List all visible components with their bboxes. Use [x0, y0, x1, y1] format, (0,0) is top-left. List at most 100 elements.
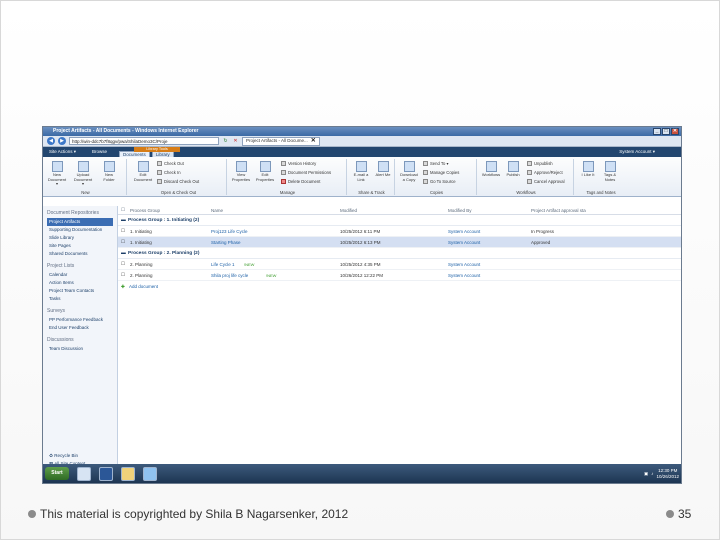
row-checkbox[interactable]: ☐	[121, 228, 125, 234]
upload-document-button[interactable]: Upload Document ▾	[73, 161, 93, 187]
stop-icon[interactable]: ✕	[232, 138, 239, 145]
table-row[interactable]: ☐ 1. Initiating Starting Phase 10/25/201…	[118, 237, 681, 248]
sidebar-item-team-discussion[interactable]: Team Discussion	[47, 345, 113, 353]
sidebar-item-slide-library[interactable]: Slide Library	[47, 234, 113, 242]
table-row[interactable]: ☐ 1. Initiating Proj123 Life Cycle 10/25…	[118, 226, 681, 237]
cell-status: In Progress	[531, 229, 555, 234]
volume-icon[interactable]: ♪	[651, 471, 653, 476]
maximize-button[interactable]: □	[662, 128, 670, 135]
column-modified-by[interactable]: Modified By	[448, 208, 472, 213]
address-bar: ◀ ▶ http://win-ddc7b7f8qgv/pwa/ShilaDemo…	[43, 136, 681, 147]
back-icon[interactable]: ◀	[47, 137, 55, 145]
group-header-initiating[interactable]: ▬ Process Group : 1. Initiating (2)	[118, 215, 681, 226]
internet-explorer-icon[interactable]	[143, 466, 157, 481]
cell-name[interactable]: Proj123 Life Cycle	[211, 229, 248, 234]
cell-modified-by[interactable]: System Account	[448, 229, 480, 234]
site-actions-menu[interactable]: Site Actions ▾	[49, 147, 84, 157]
lists-heading[interactable]: Project Lists	[47, 263, 113, 269]
sidebar-item-site-pages[interactable]: Site Pages	[47, 242, 113, 250]
surveys-heading[interactable]: Surveys	[47, 308, 113, 314]
document-permissions-button[interactable]: Document Permissions	[281, 170, 331, 175]
cell-name[interactable]: Starting Phase	[211, 240, 241, 245]
close-button[interactable]: ✕	[671, 128, 679, 135]
column-modified[interactable]: Modified	[340, 208, 357, 213]
explorer-icon[interactable]	[121, 466, 135, 481]
start-button[interactable]: Start	[45, 467, 69, 480]
workflows-button[interactable]: Workflows	[481, 161, 501, 178]
email-link-button[interactable]: E-mail a Link	[351, 161, 371, 182]
cell-modified: 10/25/2012 6:11 PM	[340, 229, 381, 234]
sidebar-item-end-user-feedback[interactable]: End User Feedback	[47, 324, 113, 332]
version-history-button[interactable]: Version History	[281, 161, 316, 166]
server-manager-icon[interactable]	[77, 466, 91, 481]
delete-document-button[interactable]: Delete Document	[281, 179, 320, 184]
row-checkbox[interactable]: ☐	[121, 239, 125, 245]
discussions-heading[interactable]: Discussions	[47, 337, 113, 343]
edit-document-button[interactable]: Edit Document	[133, 161, 153, 182]
add-document-label: Add document	[129, 284, 159, 289]
cell-modified-by[interactable]: System Account	[448, 240, 480, 245]
cell-name[interactable]: Shila proj life cycle	[211, 273, 248, 278]
cancel-approval-button[interactable]: Cancel Approval	[527, 179, 565, 184]
recycle-bin-link[interactable]: ♻ Recycle Bin	[47, 452, 87, 460]
minimize-button[interactable]: _	[653, 128, 661, 135]
unpublish-button[interactable]: Unpublish	[527, 161, 553, 166]
edit-properties-button[interactable]: Edit Properties	[255, 161, 275, 182]
user-menu[interactable]: System Account ▾	[619, 149, 655, 155]
i-like-it-button[interactable]: I Like It	[578, 161, 598, 178]
cell-modified-by[interactable]: System Account	[448, 262, 480, 267]
row-checkbox[interactable]: ☐	[121, 261, 125, 267]
browser-tab[interactable]: Project Artifacts - All Docume... ✕	[242, 136, 320, 146]
download-copy-button[interactable]: Download a Copy	[399, 161, 419, 182]
new-document-button[interactable]: New Document ▾	[47, 161, 67, 187]
cell-name[interactable]: Life Cycle 1	[211, 262, 235, 267]
column-process-group[interactable]: Process Group	[130, 208, 160, 213]
row-checkbox[interactable]: ☐	[121, 272, 125, 278]
close-tab-icon[interactable]: ✕	[311, 137, 316, 145]
check-out-button[interactable]: Check Out	[157, 161, 184, 166]
send-to-button[interactable]: Send To ▾	[423, 161, 449, 166]
sidebar-item-supporting-docs[interactable]: Supporting Documentation	[47, 226, 113, 234]
discard-check-out-button[interactable]: Discard Check Out	[157, 179, 199, 184]
add-document-link[interactable]: ✚ Add document	[118, 281, 681, 292]
sidebar-item-team-contacts[interactable]: Project Team Contacts	[47, 287, 113, 295]
refresh-icon[interactable]: ↻	[222, 138, 229, 145]
check-in-button[interactable]: Check In	[157, 170, 181, 175]
sidebar-item-shared-docs[interactable]: Shared Documents	[47, 250, 113, 258]
view-properties-button[interactable]: View Properties	[231, 161, 251, 182]
column-name[interactable]: Name	[211, 208, 223, 213]
sidebar-item-project-artifacts[interactable]: Project Artifacts	[47, 218, 113, 226]
group-header-planning[interactable]: ▬ Process Group : 2. Planning (2)	[118, 248, 681, 259]
edit-document-icon	[137, 161, 149, 172]
table-row[interactable]: ☐ 2. Planning Shila proj life cycle !NEW…	[118, 270, 681, 281]
group-label: Process Group : 1. Initiating (2)	[128, 218, 200, 223]
clock[interactable]: 12:30 PM 10/26/2012	[656, 468, 679, 480]
email-icon	[355, 161, 367, 172]
browse-tab[interactable]: Browse	[87, 147, 112, 157]
alert-me-button[interactable]: Alert Me	[373, 161, 393, 178]
cell-modified-by[interactable]: System Account	[448, 273, 480, 278]
tags-notes-button[interactable]: Tags & Notes	[600, 161, 620, 182]
new-badge: !NEW	[244, 262, 255, 267]
url-input[interactable]: http://win-ddc7b7f8qgv/pwa/ShilaDemo3C/P…	[69, 137, 219, 145]
forward-icon[interactable]: ▶	[58, 137, 66, 145]
collapse-icon[interactable]: ▬	[121, 218, 126, 223]
sidebar-item-calendar[interactable]: Calendar	[47, 271, 113, 279]
select-all-checkbox[interactable]: ☐	[121, 207, 125, 213]
publish-button[interactable]: Publish	[503, 161, 523, 178]
network-icon[interactable]: ▣	[644, 471, 648, 477]
go-to-source-button[interactable]: Go To Source	[423, 179, 456, 184]
powershell-icon[interactable]	[99, 466, 113, 481]
window-title-bar: Project Artifacts - All Documents - Wind…	[43, 127, 681, 136]
sidebar-item-action-items[interactable]: Action Items	[47, 279, 113, 287]
new-folder-button[interactable]: New Folder	[99, 161, 119, 182]
sidebar-item-tasks[interactable]: Tasks	[47, 295, 113, 303]
manage-copies-button[interactable]: Manage Copies	[423, 170, 459, 175]
table-row[interactable]: ☐ 2. Planning Life Cycle 1 !NEW 10/25/20…	[118, 259, 681, 270]
sidebar-item-pp-feedback[interactable]: PP Performance Feedback	[47, 316, 113, 324]
column-approval-status[interactable]: Project Artifact approval sta	[531, 208, 586, 213]
libraries-heading[interactable]: Document Repositories	[47, 210, 113, 216]
approve-reject-button[interactable]: Approve/Reject	[527, 170, 563, 175]
collapse-icon[interactable]: ▬	[121, 251, 126, 256]
send-to-icon	[423, 161, 428, 166]
